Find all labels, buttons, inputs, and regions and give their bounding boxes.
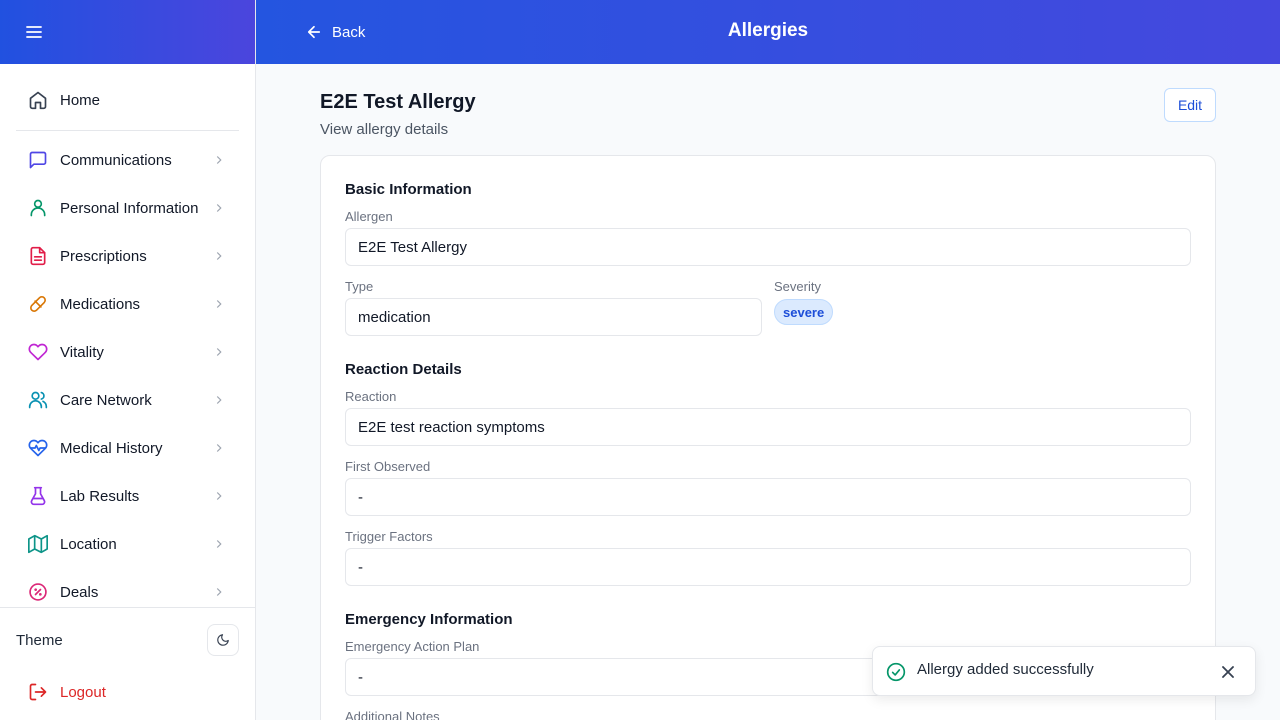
chevron-right-icon bbox=[211, 248, 227, 264]
heart-icon bbox=[28, 342, 48, 362]
first-observed-field: - bbox=[345, 478, 1191, 516]
sidebar-item-medications[interactable]: Medications bbox=[16, 280, 239, 328]
sidebar-item-home[interactable]: Home bbox=[16, 76, 239, 131]
sidebar: Home Communications Personal Information… bbox=[0, 0, 256, 720]
sidebar-footer: Theme Logout bbox=[0, 607, 255, 720]
sidebar-item-location[interactable]: Location bbox=[16, 520, 239, 568]
sidebar-item-label: Location bbox=[60, 535, 117, 553]
close-icon[interactable] bbox=[1219, 663, 1237, 681]
sidebar-item-label: Lab Results bbox=[60, 487, 140, 505]
sidebar-item-label: Vitality bbox=[60, 343, 104, 361]
chevron-right-icon bbox=[211, 584, 227, 600]
main-content: E2E Test Allergy View allergy details Ed… bbox=[256, 64, 1280, 720]
theme-label: Theme bbox=[16, 631, 63, 649]
sidebar-item-label: Home bbox=[60, 91, 101, 109]
chevron-right-icon bbox=[211, 440, 227, 456]
first-observed-label: First Observed bbox=[345, 459, 431, 474]
sidebar-item-label: Medications bbox=[60, 295, 141, 313]
home-icon bbox=[28, 90, 48, 110]
theme-toggle-button[interactable] bbox=[207, 624, 239, 656]
allergy-details-card: Basic Information Allergen E2E Test Alle… bbox=[320, 155, 1216, 720]
chevron-right-icon bbox=[211, 152, 227, 168]
section-title-reaction-details: Reaction Details bbox=[345, 361, 462, 378]
chevron-right-icon bbox=[211, 200, 227, 216]
chevron-right-icon bbox=[211, 392, 227, 408]
heart-pulse-icon bbox=[28, 438, 48, 458]
toast-message: Allergy added successfully bbox=[917, 661, 1094, 678]
users-icon bbox=[28, 390, 48, 410]
page-subtitle: View allergy details bbox=[320, 121, 449, 138]
sidebar-item-label: Medical History bbox=[60, 439, 163, 457]
sidebar-nav: Home Communications Personal Information… bbox=[0, 64, 255, 616]
check-circle-icon bbox=[885, 661, 907, 683]
file-text-icon bbox=[28, 246, 48, 266]
section-title-emergency-information: Emergency Information bbox=[345, 611, 513, 628]
page-title: E2E Test Allergy bbox=[320, 91, 476, 113]
sidebar-item-prescriptions[interactable]: Prescriptions bbox=[16, 232, 239, 280]
type-label: Type bbox=[345, 279, 374, 294]
sidebar-item-label: Communications bbox=[60, 151, 172, 169]
sidebar-item-label: Care Network bbox=[60, 391, 152, 409]
success-toast: Allergy added successfully bbox=[872, 646, 1256, 696]
trigger-factors-field: - bbox=[345, 548, 1191, 586]
top-bar: Back Allergies bbox=[256, 0, 1280, 64]
moon-icon bbox=[216, 633, 230, 647]
flask-icon bbox=[28, 486, 48, 506]
sidebar-item-lab-results[interactable]: Lab Results bbox=[16, 472, 239, 520]
menu-icon[interactable] bbox=[24, 22, 44, 42]
sidebar-item-vitality[interactable]: Vitality bbox=[16, 328, 239, 376]
chevron-right-icon bbox=[211, 296, 227, 312]
additional-notes-label: Additional Notes bbox=[345, 709, 440, 720]
sidebar-item-medical-history[interactable]: Medical History bbox=[16, 424, 239, 472]
section-title-basic-information: Basic Information bbox=[345, 181, 472, 198]
reaction-field: E2E test reaction symptoms bbox=[345, 408, 1191, 446]
sidebar-item-personal-information[interactable]: Personal Information bbox=[16, 184, 239, 232]
sidebar-item-label: Personal Information bbox=[60, 199, 199, 217]
trigger-factors-label: Trigger Factors bbox=[345, 529, 433, 544]
reaction-label: Reaction bbox=[345, 389, 397, 404]
page-header-title: Allergies bbox=[727, 20, 809, 41]
allergen-label: Allergen bbox=[345, 209, 393, 224]
edit-button[interactable]: Edit bbox=[1164, 88, 1216, 122]
emergency-plan-label: Emergency Action Plan bbox=[345, 639, 480, 654]
logout-label: Logout bbox=[60, 683, 106, 701]
sidebar-item-label: Prescriptions bbox=[60, 247, 147, 265]
sidebar-item-label: Deals bbox=[60, 583, 99, 601]
chevron-right-icon bbox=[211, 536, 227, 552]
type-field: medication bbox=[345, 298, 762, 336]
message-square-icon bbox=[28, 150, 48, 170]
allergen-field: E2E Test Allergy bbox=[345, 228, 1191, 266]
chevron-right-icon bbox=[211, 344, 227, 360]
logout-icon bbox=[28, 682, 48, 702]
logout-button[interactable]: Logout bbox=[16, 672, 239, 712]
user-icon bbox=[28, 198, 48, 218]
severity-badge: severe bbox=[774, 299, 834, 325]
severity-label: Severity bbox=[774, 279, 821, 294]
sidebar-header bbox=[0, 0, 255, 64]
map-icon bbox=[28, 534, 48, 554]
sidebar-item-communications[interactable]: Communications bbox=[16, 136, 239, 184]
badge-percent-icon bbox=[28, 582, 48, 602]
sidebar-item-care-network[interactable]: Care Network bbox=[16, 376, 239, 424]
pill-icon bbox=[28, 294, 48, 314]
theme-row: Theme bbox=[16, 608, 239, 672]
chevron-right-icon bbox=[211, 488, 227, 504]
